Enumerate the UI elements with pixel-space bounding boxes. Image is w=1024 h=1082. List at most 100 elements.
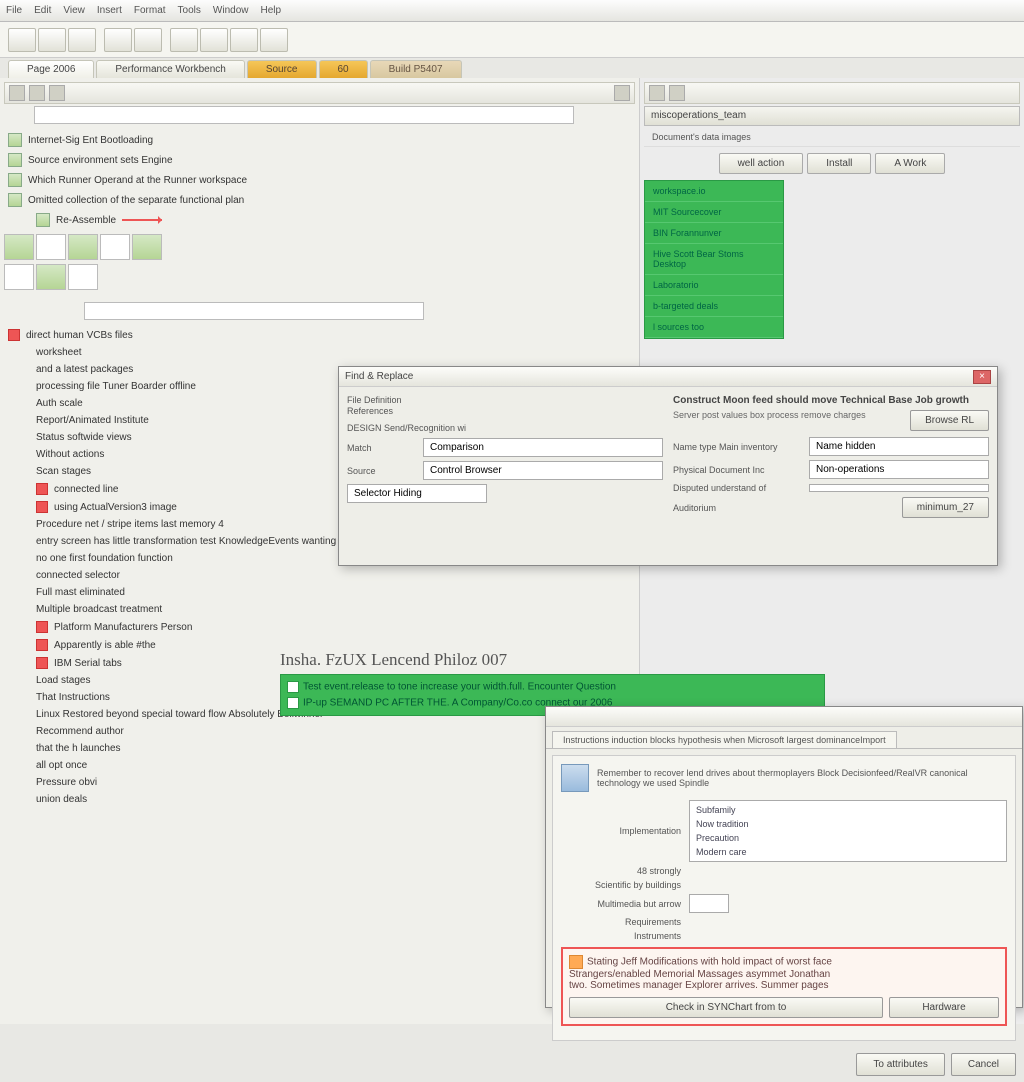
tool-icon[interactable] (230, 28, 258, 52)
tool-icon[interactable] (104, 28, 132, 52)
status-item[interactable]: b-targeted deals (645, 296, 783, 317)
menu-help[interactable]: Help (260, 5, 281, 16)
tool-icon[interactable] (134, 28, 162, 52)
thumb-cell[interactable] (4, 264, 34, 290)
work-button[interactable]: A Work (875, 153, 945, 174)
thumb-cell[interactable] (36, 234, 66, 260)
outline-item[interactable]: Full mast eliminated (8, 584, 635, 601)
thumb-cell[interactable] (68, 264, 98, 290)
tab-workbench[interactable]: Performance Workbench (96, 60, 244, 78)
error-icon (8, 329, 20, 341)
dialog-titlebar[interactable]: Find & Replace× (339, 367, 997, 387)
search-input[interactable] (34, 106, 574, 124)
settings-dialog: Instructions induction blocks hypothesis… (545, 706, 1023, 1008)
tool-icon[interactable] (49, 85, 65, 101)
thumb-cell[interactable] (4, 234, 34, 260)
install-button[interactable]: Install (807, 153, 871, 174)
ok-button[interactable]: To attributes (856, 1053, 944, 1076)
tool-icon[interactable] (200, 28, 228, 52)
minimum-button[interactable]: minimum_27 (902, 497, 989, 518)
tool-icon[interactable] (669, 85, 685, 101)
dialog-titlebar[interactable] (546, 707, 1022, 727)
outline-item[interactable]: all opt once (8, 757, 635, 774)
section-header: Construct Moon feed should move Technica… (673, 395, 989, 406)
menu-file[interactable]: File (6, 5, 22, 16)
tool-icon[interactable] (649, 85, 665, 101)
tool-icon[interactable] (38, 28, 66, 52)
tree-list: Internet-Sig Ent Bootloading Source envi… (4, 130, 635, 230)
tool-icon[interactable] (8, 28, 36, 52)
error-icon (36, 657, 48, 669)
tab-source[interactable]: Source (247, 60, 317, 78)
calendar-icon[interactable] (614, 85, 630, 101)
status-item[interactable]: MIT Sourcecover (645, 202, 783, 223)
text-field[interactable] (809, 484, 989, 492)
menu-insert[interactable]: Insert (97, 5, 122, 16)
info-icon (287, 681, 299, 693)
outline-item[interactable]: worksheet (8, 344, 635, 361)
panel-header: miscoperations_team (644, 106, 1020, 126)
tree-item[interactable]: Internet-Sig Ent Bootloading (8, 130, 635, 150)
outline-item[interactable]: Pressure obvi (8, 774, 635, 791)
thumb-cell[interactable] (36, 264, 66, 290)
field-label: Scientific by buildings (561, 880, 681, 890)
menu-edit[interactable]: Edit (34, 5, 51, 16)
outline-item[interactable]: direct human VCBs files (8, 326, 635, 344)
menu-tools[interactable]: Tools (178, 5, 201, 16)
browse-button[interactable]: Browse RL (910, 410, 989, 431)
options-list[interactable]: SubfamilyNow traditionPrecautionModern c… (689, 800, 1007, 862)
tab-page[interactable]: Page 2006 (8, 60, 94, 78)
cancel-button[interactable]: Cancel (951, 1053, 1016, 1076)
tool-icon[interactable] (170, 28, 198, 52)
menu-view[interactable]: View (63, 5, 85, 16)
menu-format[interactable]: Format (134, 5, 166, 16)
status-item[interactable]: l sources too (645, 317, 783, 338)
outline-item[interactable]: Multiple broadcast treatment (8, 601, 635, 618)
node-icon (36, 213, 50, 227)
outline-item[interactable]: that the h launches (8, 740, 635, 757)
text-field[interactable]: Control Browser (423, 461, 663, 480)
tool-icon[interactable] (9, 85, 25, 101)
text-input[interactable] (689, 894, 729, 913)
tab-60[interactable]: 60 (319, 60, 368, 78)
status-item[interactable]: workspace.io (645, 181, 783, 202)
filter-input[interactable] (84, 302, 424, 320)
panel-subheader: Document's data images (644, 128, 1020, 147)
tool-icon[interactable] (68, 28, 96, 52)
close-icon[interactable]: × (973, 370, 991, 384)
arrow-icon (122, 219, 162, 221)
thumb-cell[interactable] (68, 234, 98, 260)
node-icon (8, 193, 22, 207)
status-list: workspace.ioMIT SourcecoverBIN Forannunv… (644, 180, 784, 339)
text-field[interactable]: Name hidden (809, 437, 989, 456)
dialog-tabs: Instructions induction blocks hypothesis… (546, 727, 1022, 749)
menu-window[interactable]: Window (213, 5, 249, 16)
text-field[interactable]: Comparison (423, 438, 663, 457)
check-button[interactable]: Check in SYNChart from to (569, 997, 883, 1018)
dialog-tab[interactable]: Instructions induction blocks hypothesis… (552, 731, 897, 748)
text-field[interactable]: Non-operations (809, 460, 989, 479)
status-item[interactable]: Hive Scott Bear Stoms Desktop (645, 244, 783, 275)
page-title: Insha. FzUX Lencend Philoz 007 (280, 650, 507, 670)
thumb-cell[interactable] (132, 234, 162, 260)
outline-item[interactable]: union deals (8, 791, 635, 808)
tool-icon[interactable] (29, 85, 45, 101)
hardware-button[interactable]: Hardware (889, 997, 999, 1018)
dialog-desc: Remember to recover lend drives about th… (597, 768, 1007, 788)
status-item[interactable]: Laboratorio (645, 275, 783, 296)
outline-item[interactable]: Recommend author (8, 723, 635, 740)
action-button[interactable]: well action (719, 153, 804, 174)
thumb-cell[interactable] (100, 234, 130, 260)
panel-toolbar (644, 82, 1020, 104)
outline-item[interactable]: connected selector (8, 567, 635, 584)
tree-item[interactable]: Re-Assemble (8, 210, 635, 230)
text-field[interactable]: Selector Hiding (347, 484, 487, 503)
tree-item[interactable]: Source environment sets Engine (8, 150, 635, 170)
tree-item[interactable]: Which Runner Operand at the Runner works… (8, 170, 635, 190)
tool-icon[interactable] (260, 28, 288, 52)
tree-item[interactable]: Omitted collection of the separate funct… (8, 190, 635, 210)
outline-item[interactable]: Platform Manufacturers Person (8, 618, 635, 636)
thumbnail-grid (4, 234, 635, 260)
status-item[interactable]: BIN Forannunver (645, 223, 783, 244)
tab-build[interactable]: Build P5407 (370, 60, 462, 78)
